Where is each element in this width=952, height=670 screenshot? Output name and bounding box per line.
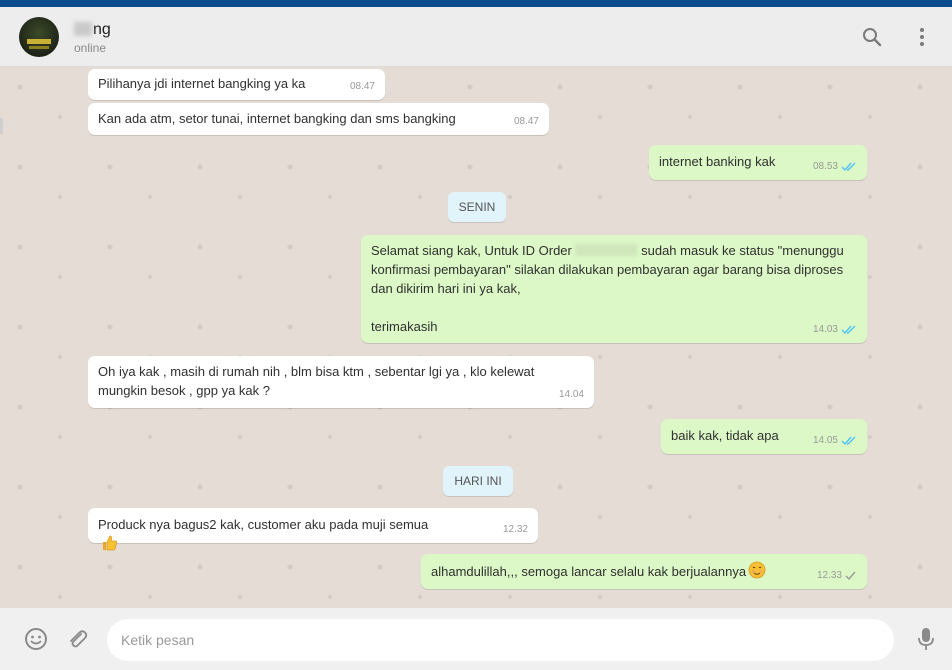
- message-time: 14.05: [812, 435, 838, 446]
- message-text-content: Produck nya bagus2 kak, customer aku pad…: [98, 517, 429, 532]
- message-text: Oh iya kak , masih di rumah nih , blm bi…: [98, 364, 535, 398]
- message-time: 08.47: [349, 81, 375, 92]
- avatar-ribbon: [27, 39, 51, 44]
- message-text: Produck nya bagus2 kak, customer aku pad…: [98, 515, 528, 554]
- kebab-menu-icon: [920, 28, 924, 46]
- message-time: 14.03: [812, 324, 838, 335]
- read-ticks-icon: [841, 162, 856, 171]
- search-button[interactable]: [858, 23, 886, 51]
- message-text-content: alhamdulillah,,, semoga lancar selalu ka…: [431, 564, 747, 579]
- contact-name[interactable]: ng: [74, 21, 111, 39]
- chat-header: ng online: [0, 7, 952, 67]
- read-ticks-icon: [841, 436, 856, 445]
- contact-name-text: ng: [93, 21, 111, 38]
- message-outgoing[interactable]: internet banking kak 08.53: [649, 145, 867, 180]
- thumbs-up-emoji-icon: [103, 535, 117, 551]
- window-top-stripe: [0, 0, 952, 7]
- date-chip-senin: SENIN: [448, 192, 506, 222]
- message-text-before: Selamat siang kak, Untuk ID Order: [371, 243, 572, 258]
- message-time: 12.33: [816, 570, 842, 581]
- contact-status: online: [74, 41, 107, 55]
- message-meta: 14.03: [813, 320, 857, 339]
- message-outgoing[interactable]: Selamat siang kak, Untuk ID Order sudah …: [361, 235, 867, 343]
- message-time: 12.32: [502, 524, 528, 535]
- order-id-redaction: [575, 244, 638, 256]
- message-meta: 12.32: [503, 520, 528, 539]
- composer-bar: [0, 608, 952, 670]
- message-incoming[interactable]: Produck nya bagus2 kak, customer aku pad…: [88, 508, 538, 551]
- attach-button[interactable]: [63, 625, 91, 653]
- avatar[interactable]: [19, 17, 59, 57]
- mic-button[interactable]: [912, 625, 940, 653]
- emoji-button[interactable]: [22, 625, 50, 653]
- message-meta: 08.47: [514, 112, 539, 131]
- read-ticks-icon: [841, 325, 856, 334]
- message-text: Kan ada atm, setor tunai, internet bangk…: [98, 111, 456, 126]
- message-time: 14.04: [558, 389, 584, 400]
- message-meta: 14.04: [559, 385, 584, 404]
- message-incoming[interactable]: Kan ada atm, setor tunai, internet bangk…: [88, 103, 549, 135]
- chat-area[interactable]: Pilihanya jdi internet bangking ya ka 08…: [0, 67, 952, 608]
- message-outgoing[interactable]: alhamdulillah,,, semoga lancar selalu ka…: [421, 554, 867, 589]
- message-incoming[interactable]: Oh iya kak , masih di rumah nih , blm bi…: [88, 356, 594, 408]
- date-chip-hari-ini: HARI INI: [443, 466, 513, 496]
- sent-tick-icon: [845, 571, 856, 580]
- message-text: alhamdulillah,,, semoga lancar selalu ka…: [431, 561, 857, 581]
- paperclip-icon: [70, 630, 88, 648]
- microphone-icon: [918, 628, 934, 650]
- message-meta: 08.47: [350, 77, 375, 96]
- message-meta: 12.33: [817, 566, 857, 585]
- message-input[interactable]: [107, 619, 894, 661]
- message-time: 08.53: [812, 161, 838, 172]
- message-time: 08.47: [513, 116, 539, 127]
- message-incoming[interactable]: Pilihanya jdi internet bangking ya ka 08…: [88, 69, 385, 100]
- message-outgoing[interactable]: baik kak, tidak apa 14.05: [661, 419, 867, 454]
- smiling-face-emoji-icon: [748, 561, 766, 579]
- message-meta: 14.05: [813, 431, 857, 450]
- avatar-ribbon-2: [29, 46, 49, 49]
- message-meta: 08.53: [813, 157, 857, 176]
- menu-button[interactable]: [908, 23, 936, 51]
- message-text: Pilihanya jdi internet bangking ya ka: [98, 76, 306, 91]
- scroll-edge-marker: [0, 118, 3, 134]
- search-icon: [863, 28, 882, 47]
- message-text: Selamat siang kak, Untuk ID Order sudah …: [371, 241, 857, 336]
- emoji-icon: [25, 628, 47, 650]
- contact-name-redaction: [74, 22, 92, 36]
